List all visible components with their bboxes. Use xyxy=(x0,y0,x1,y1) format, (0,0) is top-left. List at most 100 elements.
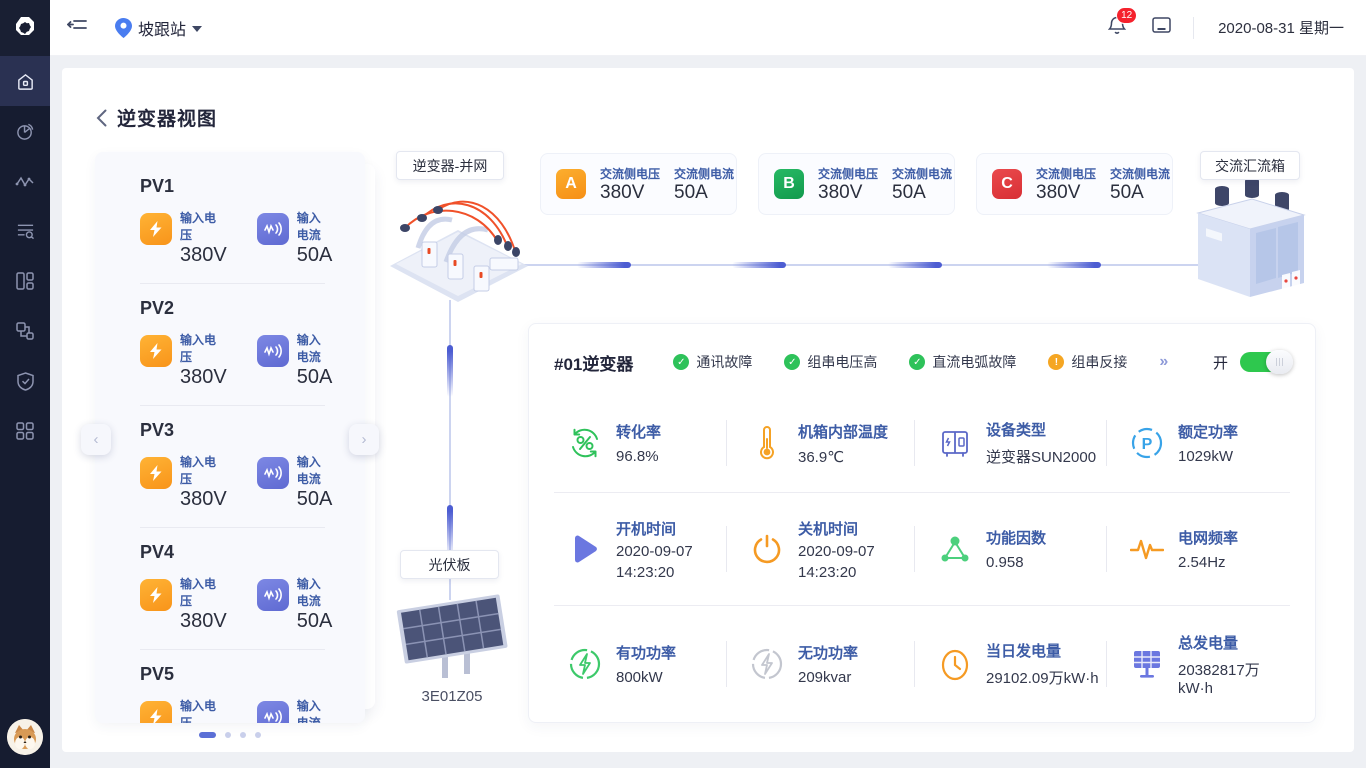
reactive-power-icon xyxy=(749,647,785,681)
phase-b-card: B 交流侧电压380V 交流侧电流50A xyxy=(758,153,955,215)
network-icon xyxy=(937,534,973,564)
check-circle-icon: ✓ xyxy=(784,354,800,370)
sidebar-item-security[interactable] xyxy=(0,356,50,406)
device-cabinet-icon xyxy=(937,427,973,459)
home-icon xyxy=(16,72,35,91)
carousel-dot[interactable] xyxy=(240,732,246,738)
input-current-icon xyxy=(257,335,289,367)
stat-device-type: 设备类型逆变器SUN2000 xyxy=(915,419,1106,467)
frequency-wave-icon xyxy=(1129,536,1165,562)
stat-total-energy: 总发电量20382817万kW·h xyxy=(1107,632,1290,697)
play-icon xyxy=(567,534,603,564)
chevron-left-icon xyxy=(96,109,107,127)
pv-panel-code: 3E01Z05 xyxy=(392,688,512,705)
active-power-icon xyxy=(567,647,603,681)
pv-list-item: PV1 输入电压380V 输入电流50A xyxy=(95,162,365,284)
input-voltage-icon xyxy=(140,213,172,245)
inverter-title: #01逆变器 xyxy=(554,350,633,375)
fullscreen-icon[interactable] xyxy=(1152,17,1171,38)
stat-shutdown-time: 关机时间2020-09-0714:23:20 xyxy=(727,518,914,581)
sidebar-item-apps[interactable] xyxy=(0,406,50,456)
inverter-node-label: 逆变器-并网 xyxy=(396,151,504,180)
power-icon xyxy=(749,533,785,565)
collapse-sidebar-icon[interactable] xyxy=(67,17,87,38)
input-voltage-icon xyxy=(140,701,172,723)
carousel-prev-button[interactable]: ‹ xyxy=(81,424,111,455)
alarm-chip-dc-arc[interactable]: ✓ 直流电弧故障 xyxy=(909,352,1016,372)
layout-icon xyxy=(16,272,34,290)
sidebar-item-dashboard[interactable] xyxy=(0,256,50,306)
alarm-chip-string-voltage[interactable]: ✓ 组串电压高 xyxy=(784,352,877,372)
carousel-dot[interactable] xyxy=(199,732,216,738)
sidebar-item-logs[interactable] xyxy=(0,206,50,256)
pv-string-panel: PV1 输入电压380V 输入电流50A PV2 输入电压380V 输入电流50… xyxy=(95,152,365,723)
alarm-chip-comm[interactable]: ✓ 通讯故障 xyxy=(673,352,752,372)
conversion-rate-icon xyxy=(567,426,603,460)
carousel-next-button[interactable]: › xyxy=(349,424,379,455)
stat-conversion-rate: 转化率96.8% xyxy=(554,421,726,465)
input-current-icon xyxy=(257,457,289,489)
input-current-icon xyxy=(257,701,289,723)
input-voltage-icon xyxy=(140,579,172,611)
input-voltage-icon xyxy=(140,335,172,367)
check-circle-icon: ✓ xyxy=(673,354,689,370)
combiner-box-illustration[interactable] xyxy=(1190,171,1310,306)
pv-panel-node-label: 光伏板 xyxy=(400,550,499,579)
more-alarms-button[interactable]: » xyxy=(1159,353,1168,371)
flow-comet xyxy=(577,262,631,268)
power-state-label: 开 xyxy=(1213,352,1228,373)
stat-rated-power: P 额定功率1029kW xyxy=(1107,421,1290,465)
notifications-button[interactable]: 12 xyxy=(1108,15,1126,40)
svg-text:P: P xyxy=(1142,436,1153,453)
shield-check-icon xyxy=(17,372,34,391)
notification-badge: 12 xyxy=(1116,7,1137,24)
thermometer-icon xyxy=(749,426,785,460)
sidebar-item-pie-report[interactable] xyxy=(0,106,50,156)
flow-comet xyxy=(888,262,942,268)
flow-comet xyxy=(732,262,786,268)
pv-list-item: PV2 输入电压380V 输入电流50A xyxy=(95,284,365,406)
pv-list-item: PV4 输入电压380V 输入电流50A xyxy=(95,528,365,650)
carousel-dot[interactable] xyxy=(225,732,231,738)
sidebar-item-home[interactable] xyxy=(0,56,50,106)
combiner-node-label: 交流汇流箱 xyxy=(1200,151,1300,180)
divider xyxy=(1193,17,1194,39)
input-current-icon xyxy=(257,579,289,611)
activity-icon xyxy=(15,172,35,190)
pie-chart-icon xyxy=(16,122,35,141)
inverter-view-card: 逆变器视图 PV1 输入电压380V 输入电流50A PV2 输入电压380V … xyxy=(62,68,1354,752)
page-title: 逆变器视图 xyxy=(117,104,217,131)
sidebar-item-monitoring[interactable] xyxy=(0,156,50,206)
stat-daily-energy: 当日发电量29102.09万kW·h xyxy=(915,640,1106,688)
station-name: 坡跟站 xyxy=(138,16,186,40)
power-toggle[interactable] xyxy=(1240,352,1290,372)
carousel-dots xyxy=(95,732,365,738)
input-current-icon xyxy=(257,213,289,245)
carousel-dot[interactable] xyxy=(255,732,261,738)
station-selector[interactable]: 坡跟站 xyxy=(115,16,202,40)
pv-name: PV1 xyxy=(140,176,365,197)
alarm-chip-string-reversed[interactable]: ! 组串反接 xyxy=(1048,352,1127,372)
toggle-knob xyxy=(1266,350,1293,374)
solar-panel-illustration[interactable] xyxy=(390,590,515,690)
user-avatar[interactable] xyxy=(7,719,43,755)
main-content: 逆变器视图 PV1 输入电压380V 输入电流50A PV2 输入电压380V … xyxy=(50,56,1366,768)
solar-panel-icon xyxy=(1129,648,1165,680)
phase-c-card: C 交流侧电压380V 交流侧电流50A xyxy=(976,153,1173,215)
stat-power-factor: 功能因数0.958 xyxy=(915,527,1106,571)
inverter-illustration[interactable] xyxy=(380,178,535,308)
stat-grid-frequency: 电网频率2.54Hz xyxy=(1107,527,1290,571)
back-button[interactable] xyxy=(96,109,107,127)
sidebar-item-topology[interactable] xyxy=(0,306,50,356)
list-search-icon xyxy=(16,222,35,240)
app-logo xyxy=(0,0,50,56)
sidebar-nav xyxy=(0,56,50,768)
flow-comet xyxy=(447,345,453,397)
phase-a-card: A 交流侧电压380V 交流侧电流50A xyxy=(540,153,737,215)
apps-icon xyxy=(16,422,34,440)
phase-a-badge: A xyxy=(556,169,586,199)
chevron-down-icon xyxy=(192,26,202,32)
pv-list-item: PV5 输入电压380V 输入电流50A xyxy=(95,650,365,723)
top-bar: 坡跟站 12 2020-08-31 星期一 xyxy=(0,0,1366,56)
location-pin-icon xyxy=(115,18,132,38)
